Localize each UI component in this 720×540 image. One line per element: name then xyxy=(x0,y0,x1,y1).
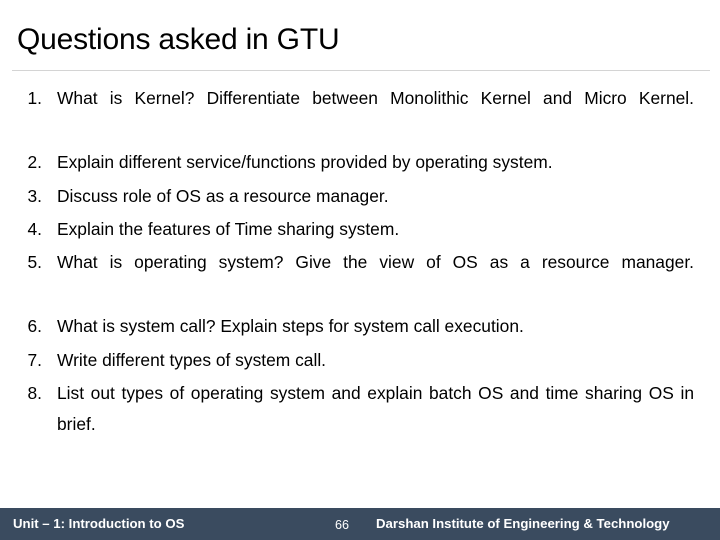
list-item-text: What is operating system? Give the view … xyxy=(57,252,694,273)
list-item: 8. List out types of operating system an… xyxy=(0,378,720,472)
list-item-text: Write different types of system call. xyxy=(57,349,327,370)
list-item: 1. What is Kernel? Differentiate between… xyxy=(0,83,720,145)
list-item-text: List out types of operating system and e… xyxy=(57,382,694,435)
page-title: Questions asked in GTU xyxy=(17,23,340,56)
list-item-text: Explain the features of Time sharing sys… xyxy=(57,218,400,239)
footer-page-number: 66 xyxy=(335,518,350,532)
list-item-number: 2. xyxy=(27,152,42,173)
list-item-text: Explain different service/functions prov… xyxy=(57,152,553,173)
list-item-number: 7. xyxy=(27,349,42,370)
list-item-number: 8. xyxy=(27,382,42,403)
slide-footer: Unit – 1: Introduction to OS 66 Darshan … xyxy=(0,508,720,540)
list-item-text: Discuss role of OS as a resource manager… xyxy=(57,185,389,206)
list-item: 3. Discuss role of OS as a resource mana… xyxy=(0,181,720,212)
questions-list: 1. What is Kernel? Differentiate between… xyxy=(0,83,720,473)
list-item-number: 3. xyxy=(27,185,42,206)
footer-institute-name: Darshan Institute of Engineering & Techn… xyxy=(376,516,670,531)
list-item: 6. What is system call? Explain steps fo… xyxy=(0,311,720,342)
footer-unit-label: Unit – 1: Introduction to OS xyxy=(13,516,185,531)
list-item-number: 5. xyxy=(27,252,42,273)
list-item-number: 6. xyxy=(27,316,42,337)
list-item: 4. Explain the features of Time sharing … xyxy=(0,214,720,245)
title-divider xyxy=(12,70,710,71)
list-item: 2. Explain different service/functions p… xyxy=(0,147,720,178)
list-item-text: What is Kernel? Differentiate between Mo… xyxy=(57,88,694,108)
list-item: 7. Write different types of system call. xyxy=(0,345,720,376)
list-item-number: 1. xyxy=(27,88,42,108)
list-item-number: 4. xyxy=(27,218,42,239)
list-item: 5. What is operating system? Give the vi… xyxy=(0,247,720,309)
slide-canvas: Questions asked in GTU 1. What is Kernel… xyxy=(0,0,720,540)
list-item-text: What is system call? Explain steps for s… xyxy=(57,316,524,337)
